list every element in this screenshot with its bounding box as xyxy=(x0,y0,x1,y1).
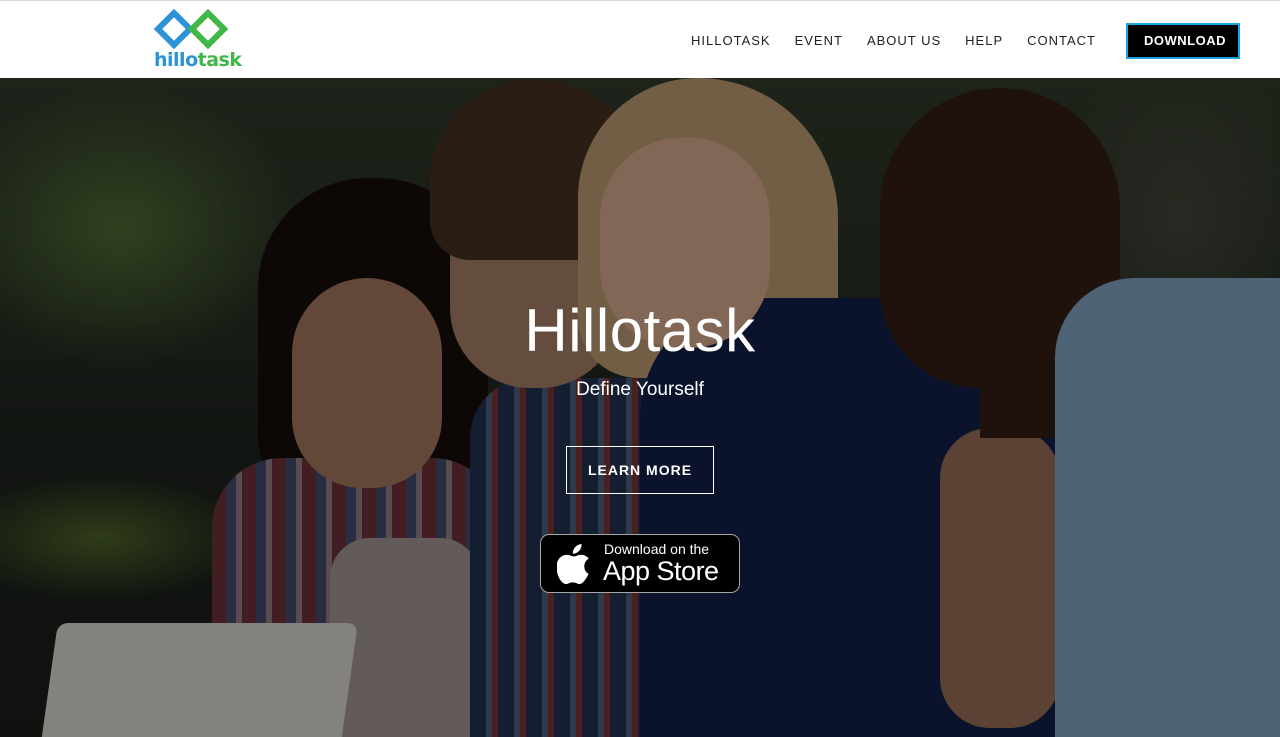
hillotask-logo[interactable]: hillotask xyxy=(152,9,242,70)
main-nav: HILLOTASK EVENT ABOUT US HELP CONTACT DO… xyxy=(691,23,1240,59)
nav-item-event[interactable]: EVENT xyxy=(795,23,843,59)
nav-item-help[interactable]: HELP xyxy=(965,23,1003,59)
hero-dark-overlay xyxy=(0,78,1280,737)
apple-icon xyxy=(557,544,589,584)
top-navbar: hillotask HILLOTASK EVENT ABOUT US HELP … xyxy=(0,0,1280,78)
logo-wordmark-part1: hillo xyxy=(154,49,198,71)
learn-more-button[interactable]: LEARN MORE xyxy=(566,446,714,494)
nav-item-contact[interactable]: CONTACT xyxy=(1027,23,1096,59)
app-store-line2: App Store xyxy=(603,556,719,586)
download-button[interactable]: DOWNLOAD xyxy=(1126,23,1240,59)
nav-item-about-us[interactable]: ABOUT US xyxy=(867,23,941,59)
hero-section: Hillotask Define Yourself LEARN MORE Dow… xyxy=(0,78,1280,737)
infinity-logo-icon xyxy=(154,9,228,49)
logo-wordmark-part2: task xyxy=(197,49,242,71)
hero-title: Hillotask xyxy=(524,297,756,364)
hero-subtitle: Define Yourself xyxy=(576,379,704,400)
app-store-badge[interactable]: Download on the App Store xyxy=(540,534,740,593)
logo-wordmark: hillotask xyxy=(154,49,242,71)
app-store-line1: Download on the xyxy=(604,541,710,557)
nav-item-hillotask[interactable]: HILLOTASK xyxy=(691,23,771,59)
